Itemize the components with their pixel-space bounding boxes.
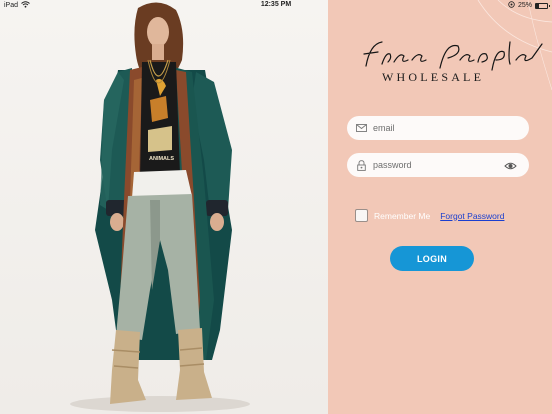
password-input[interactable]: [373, 160, 493, 170]
login-button[interactable]: LOGIN: [390, 246, 474, 271]
brand-logo: WHOLESALE: [360, 38, 544, 88]
status-bar: iPad 12:35 PM 25%: [0, 0, 552, 12]
email-field[interactable]: [347, 116, 529, 140]
password-field[interactable]: [347, 153, 529, 177]
free-people-script-logo: [363, 41, 543, 71]
battery-fill: [536, 3, 539, 8]
remember-row: Remember Me Forgot Password: [355, 209, 504, 222]
wholesale-wordmark: WHOLESALE: [382, 70, 485, 84]
shirt-print-text: ANIMALS: [149, 156, 174, 162]
location-icon: [508, 1, 515, 10]
lock-icon: [355, 159, 367, 171]
email-input[interactable]: [373, 123, 493, 133]
forgot-password-link[interactable]: Forgot Password: [440, 211, 504, 221]
battery-icon: [535, 2, 550, 9]
clock: 12:35 PM: [260, 1, 292, 8]
status-right: 25%: [508, 1, 550, 10]
model-photo: ANIMALS: [0, 0, 328, 414]
remember-me-label[interactable]: Remember Me: [374, 211, 430, 221]
remember-me-checkbox[interactable]: [355, 209, 368, 222]
model-illustration: ANIMALS: [70, 2, 250, 412]
login-panel: WHOLESALE Remember Me: [328, 0, 552, 414]
show-password-eye-icon[interactable]: [504, 159, 517, 171]
battery-percent: 25%: [517, 2, 532, 9]
envelope-icon: [355, 122, 367, 134]
